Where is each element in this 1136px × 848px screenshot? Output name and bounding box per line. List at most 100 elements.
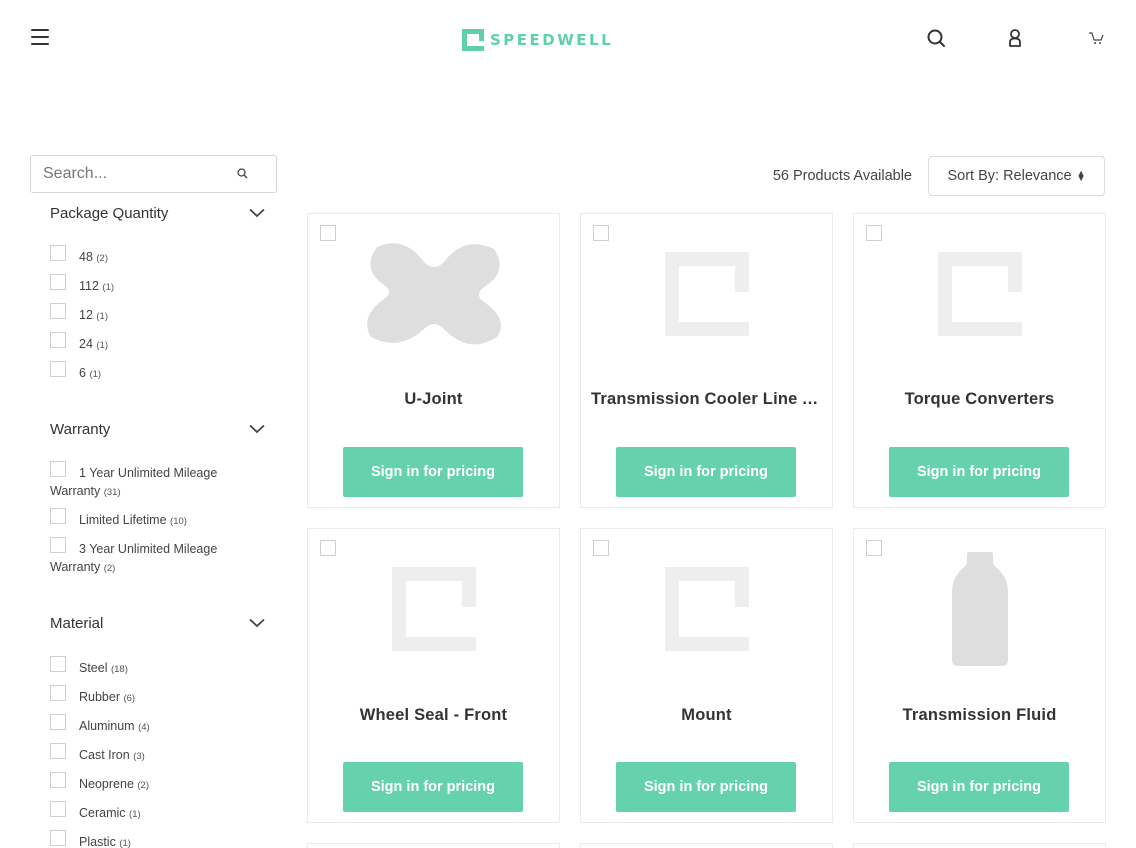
- facet-option[interactable]: 6 (1): [50, 361, 265, 384]
- compare-checkbox[interactable]: [866, 225, 882, 241]
- checkbox[interactable]: [50, 537, 66, 553]
- brand-logo[interactable]: SPEEDWELL: [462, 29, 613, 51]
- option-label: Plastic: [79, 835, 116, 848]
- chevron-down-icon: [249, 424, 265, 434]
- sort-arrows-icon: ▲ ▼: [1076, 168, 1086, 183]
- search-submit-icon[interactable]: [236, 167, 250, 181]
- search-input[interactable]: [31, 156, 231, 192]
- facet-option[interactable]: 48 (2): [50, 245, 265, 268]
- checkbox[interactable]: [50, 332, 66, 348]
- option-count: (1): [119, 838, 131, 848]
- sort-select[interactable]: Sort By: Relevance ▲ ▼: [928, 156, 1105, 196]
- sign-in-pricing-button[interactable]: Sign in for pricing: [616, 447, 796, 497]
- checkbox[interactable]: [50, 801, 66, 817]
- chevron-down-icon: [249, 208, 265, 218]
- option-label: Aluminum: [79, 719, 135, 733]
- option-label: 48: [79, 250, 93, 264]
- sign-in-pricing-button[interactable]: Sign in for pricing: [889, 762, 1069, 812]
- sign-in-pricing-button[interactable]: Sign in for pricing: [343, 447, 523, 497]
- product-name[interactable]: Wheel Seal - Front: [318, 706, 549, 725]
- option-label: Steel: [79, 661, 108, 675]
- option-count: (1): [89, 369, 102, 380]
- checkbox[interactable]: [50, 361, 66, 377]
- checkbox[interactable]: [50, 508, 66, 524]
- compare-checkbox[interactable]: [866, 540, 882, 556]
- facet-option[interactable]: Limited Lifetime (10): [50, 508, 265, 531]
- facet-option[interactable]: Steel (18): [50, 656, 265, 679]
- results-count: 56 Products Available: [772, 168, 912, 184]
- product-card[interactable]: Transmission Fluid Sign in for pricing: [853, 528, 1106, 823]
- checkbox[interactable]: [50, 461, 66, 477]
- facet-option[interactable]: 12 (1): [50, 303, 265, 326]
- sign-in-pricing-button[interactable]: Sign in for pricing: [889, 447, 1069, 497]
- product-card-partial[interactable]: [307, 843, 560, 848]
- placeholder-logo-image[interactable]: [628, 234, 786, 354]
- option-count: (1): [102, 282, 115, 293]
- facet-option[interactable]: Neoprene (2): [50, 772, 265, 795]
- facet-option[interactable]: 24 (1): [50, 332, 265, 355]
- product-name[interactable]: Transmission Fluid: [864, 706, 1095, 725]
- option-label: Neoprene: [79, 777, 134, 791]
- placeholder-logo-image[interactable]: [355, 549, 513, 669]
- option-count: (3): [133, 751, 145, 762]
- facet-warranty: Warranty 1 Year Unlimited Mileage Warran…: [50, 419, 265, 574]
- compare-checkbox[interactable]: [593, 540, 609, 556]
- chevron-down-icon: [249, 618, 265, 628]
- search-icon[interactable]: [925, 27, 947, 49]
- checkbox[interactable]: [50, 714, 66, 730]
- checkbox[interactable]: [50, 245, 66, 261]
- checkbox[interactable]: [50, 274, 66, 290]
- facet-package-quantity: Package Quantity 48 (2) 112 (1) 12 (1) 2…: [50, 203, 265, 380]
- sign-in-pricing-button[interactable]: Sign in for pricing: [616, 762, 796, 812]
- facet-option[interactable]: Ceramic (1): [50, 801, 265, 824]
- product-name[interactable]: Mount: [591, 706, 822, 725]
- facet-header[interactable]: Warranty: [50, 419, 265, 439]
- product-name[interactable]: Transmission Cooler Line As...: [591, 390, 822, 409]
- facet-title: Package Quantity: [50, 204, 169, 222]
- facet-option[interactable]: 3 Year Unlimited Mileage Warranty (2): [50, 537, 235, 578]
- product-card[interactable]: Torque Converters Sign in for pricing: [853, 213, 1106, 508]
- placeholder-logo-image[interactable]: [901, 234, 1059, 354]
- sign-in-pricing-button[interactable]: Sign in for pricing: [343, 762, 523, 812]
- product-card[interactable]: Wheel Seal - Front Sign in for pricing: [307, 528, 560, 823]
- option-label: 24: [79, 337, 93, 351]
- compare-checkbox[interactable]: [593, 225, 609, 241]
- facet-header[interactable]: Material: [50, 613, 265, 633]
- product-card-partial[interactable]: [580, 843, 833, 848]
- option-label: 12: [79, 308, 93, 322]
- product-card-partial[interactable]: [853, 843, 1106, 848]
- checkbox[interactable]: [50, 772, 66, 788]
- checkbox[interactable]: [50, 685, 66, 701]
- checkbox[interactable]: [50, 830, 66, 846]
- option-count: (10): [170, 516, 187, 527]
- facet-option[interactable]: Rubber (6): [50, 685, 265, 708]
- bottle-image[interactable]: [901, 549, 1059, 669]
- facet-option[interactable]: Plastic (1): [50, 830, 265, 848]
- checkbox[interactable]: [50, 303, 66, 319]
- option-count: (2): [96, 253, 109, 264]
- compare-checkbox[interactable]: [320, 225, 336, 241]
- product-name[interactable]: Torque Converters: [864, 390, 1095, 409]
- product-card[interactable]: Transmission Cooler Line As... Sign in f…: [580, 213, 833, 508]
- facet-option[interactable]: Aluminum (4): [50, 714, 265, 737]
- option-count: (31): [103, 487, 121, 498]
- facet-option[interactable]: Cast Iron (3): [50, 743, 265, 766]
- product-card[interactable]: Mount Sign in for pricing: [580, 528, 833, 823]
- user-icon[interactable]: [1004, 27, 1026, 49]
- product-card[interactable]: U-Joint Sign in for pricing: [307, 213, 560, 508]
- hamburger-icon[interactable]: [31, 29, 49, 47]
- facet-header[interactable]: Package Quantity: [50, 203, 265, 223]
- site-header: SPEEDWELL: [0, 0, 1136, 80]
- catalog-search: [30, 155, 277, 193]
- facet-option[interactable]: 1 Year Unlimited Mileage Warranty (31): [50, 461, 235, 502]
- u-joint-image[interactable]: [355, 234, 513, 354]
- cart-icon[interactable]: [1086, 27, 1108, 49]
- facet-option[interactable]: 112 (1): [50, 274, 265, 297]
- compare-checkbox[interactable]: [320, 540, 336, 556]
- placeholder-logo-image[interactable]: [628, 549, 786, 669]
- checkbox[interactable]: [50, 743, 66, 759]
- product-name[interactable]: U-Joint: [318, 390, 549, 409]
- checkbox[interactable]: [50, 656, 66, 672]
- sort-label: Sort By: Relevance: [947, 168, 1072, 184]
- option-label: Rubber: [79, 690, 120, 704]
